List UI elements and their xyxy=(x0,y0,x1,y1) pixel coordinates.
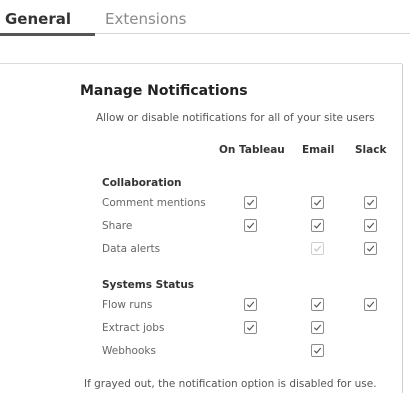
checkbox-share-on-tableau[interactable] xyxy=(244,219,257,232)
checkmark-icon xyxy=(366,222,375,229)
checkbox-data-alerts-slack[interactable] xyxy=(364,242,377,255)
checkbox-extract-jobs-email[interactable] xyxy=(311,321,324,334)
checkbox-flow-runs-email[interactable] xyxy=(311,298,324,311)
checkmark-icon xyxy=(313,301,322,308)
checkmark-icon xyxy=(246,324,255,331)
checkbox-flow-runs-on-tableau[interactable] xyxy=(244,298,257,311)
checkbox-comment-mentions-on-tableau[interactable] xyxy=(244,196,257,209)
column-header-slack: Slack xyxy=(355,144,387,156)
section-description: Allow or disable notifications for all o… xyxy=(96,112,375,124)
checkmark-icon xyxy=(366,301,375,308)
checkmark-icon xyxy=(313,324,322,331)
section-title: Manage Notifications xyxy=(80,83,248,99)
tab-bar: General Extensions xyxy=(0,0,410,36)
row-label-share: Share xyxy=(102,220,133,232)
group-title-collaboration: Collaboration xyxy=(102,177,182,189)
checkbox-comment-mentions-email[interactable] xyxy=(311,196,324,209)
checkmark-icon xyxy=(246,222,255,229)
checkbox-comment-mentions-slack[interactable] xyxy=(364,196,377,209)
checkbox-flow-runs-slack[interactable] xyxy=(364,298,377,311)
tab-extensions[interactable]: Extensions xyxy=(105,10,186,28)
row-label-comment-mentions: Comment mentions xyxy=(102,197,206,209)
active-tab-indicator xyxy=(0,33,95,36)
checkmark-icon xyxy=(313,245,322,252)
row-label-data-alerts: Data alerts xyxy=(102,243,161,255)
group-title-systems-status: Systems Status xyxy=(102,279,195,291)
checkmark-icon xyxy=(313,222,322,229)
column-header-email: Email xyxy=(302,144,335,156)
checkmark-icon xyxy=(246,301,255,308)
checkmark-icon xyxy=(366,199,375,206)
checkmark-icon xyxy=(246,199,255,206)
footnote: If grayed out, the notification option i… xyxy=(84,378,377,390)
checkbox-data-alerts-email xyxy=(311,242,324,255)
row-label-extract-jobs: Extract jobs xyxy=(102,322,165,334)
checkmark-icon xyxy=(313,199,322,206)
scrollbar-track[interactable] xyxy=(402,64,403,393)
checkbox-share-slack[interactable] xyxy=(364,219,377,232)
divider xyxy=(0,63,402,64)
checkbox-webhooks-email[interactable] xyxy=(311,344,324,357)
row-label-webhooks: Webhooks xyxy=(102,345,156,357)
checkmark-icon xyxy=(366,245,375,252)
row-label-flow-runs: Flow runs xyxy=(102,299,153,311)
tab-general[interactable]: General xyxy=(5,10,71,28)
column-header-on-tableau: On Tableau xyxy=(219,144,285,156)
checkmark-icon xyxy=(313,347,322,354)
checkbox-extract-jobs-on-tableau[interactable] xyxy=(244,321,257,334)
checkbox-share-email[interactable] xyxy=(311,219,324,232)
